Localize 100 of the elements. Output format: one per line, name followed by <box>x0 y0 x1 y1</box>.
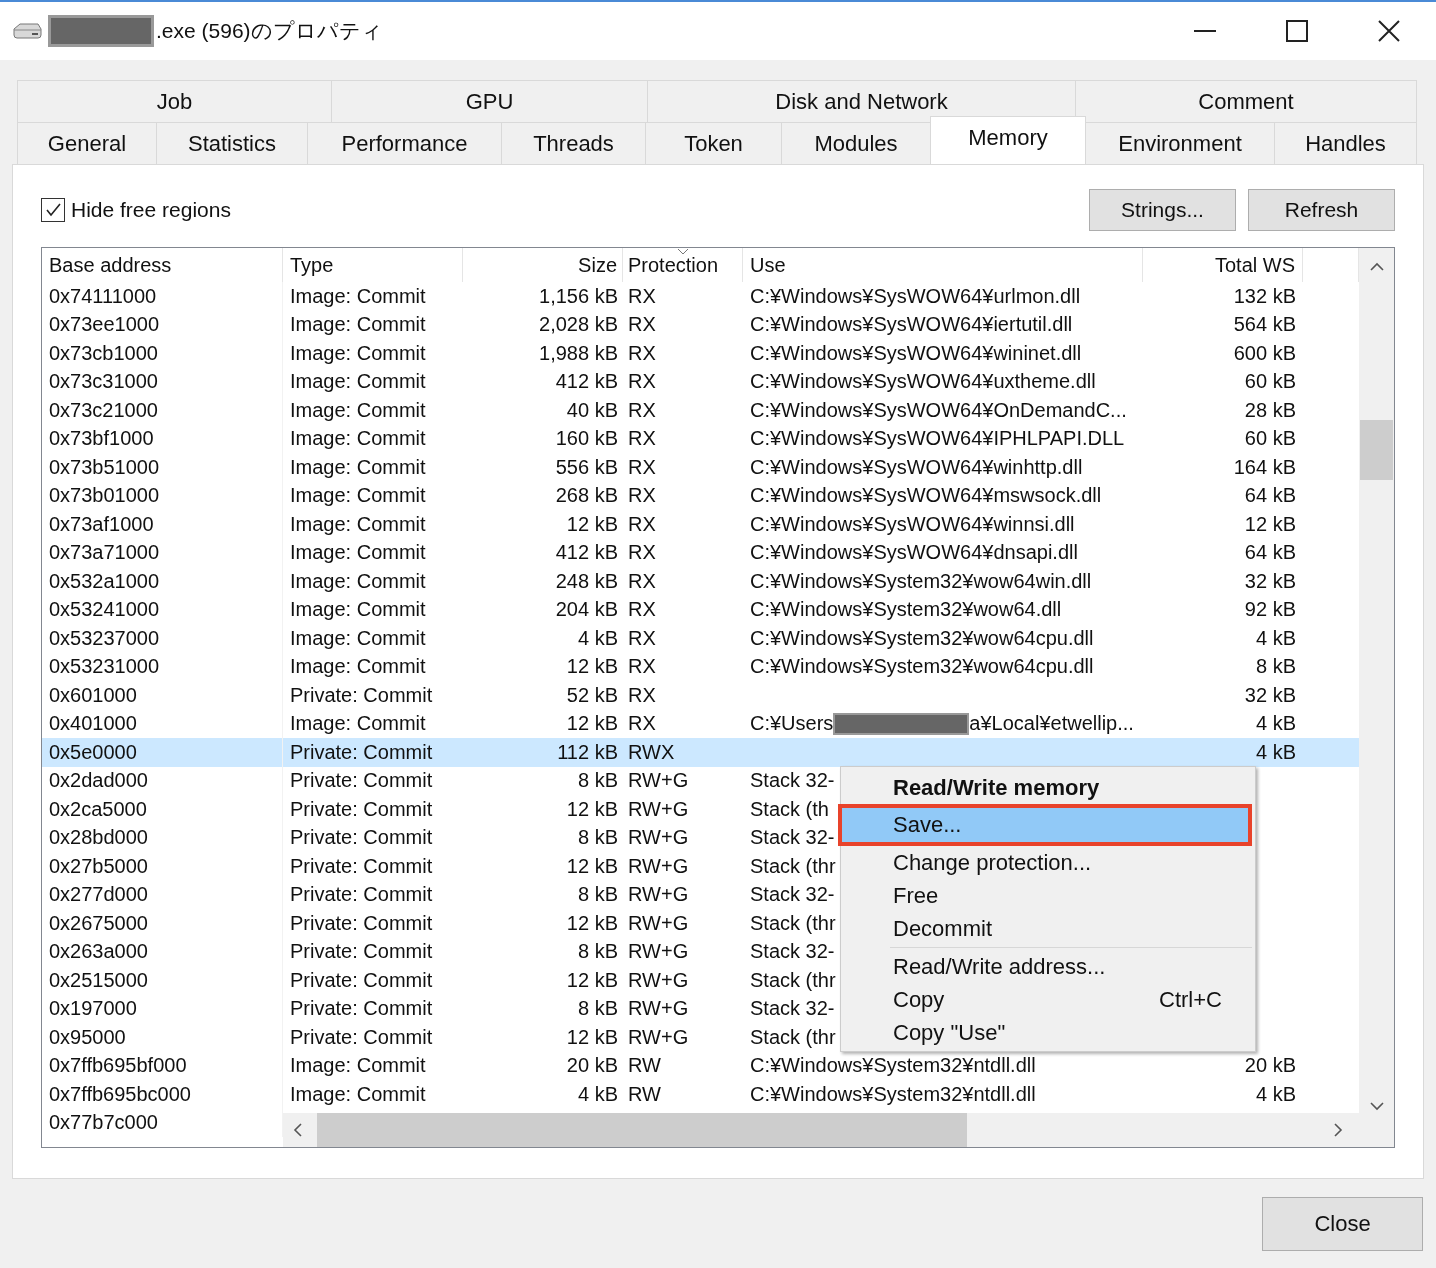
close-button[interactable]: Close <box>1262 1197 1423 1251</box>
table-cell: RW+G <box>628 854 689 877</box>
tab[interactable]: General <box>17 122 157 164</box>
table-cell: 60 kB <box>1244 427 1296 450</box>
table-cell: RW+G <box>628 826 689 849</box>
column-header[interactable]: Use <box>743 248 1143 282</box>
table-cell: 8 kB <box>577 769 618 792</box>
table-cell: 0x263a000 <box>42 937 283 966</box>
table-cell: 0x197000 <box>42 994 283 1023</box>
table-cell: 8 kB <box>1255 655 1296 678</box>
table-cell: Image: Commit <box>290 626 426 649</box>
table-cell: 4 kB <box>1255 712 1296 735</box>
menu-item[interactable]: Decommit <box>844 912 1252 945</box>
table-cell: 12 kB <box>566 655 618 678</box>
table-cell: RX <box>628 626 656 649</box>
tab[interactable]: Job <box>17 80 332 122</box>
table-cell: 248 kB <box>555 569 618 592</box>
column-header[interactable]: Type <box>283 248 463 282</box>
table-cell: 112 kB <box>557 740 618 763</box>
table-cell: Image: Commit <box>290 341 426 364</box>
table-cell: 0x7ffb695bf000 <box>42 1051 283 1080</box>
vertical-scrollbar[interactable] <box>1359 248 1394 1147</box>
column-header[interactable]: Protection <box>623 248 743 282</box>
table-cell: C:¥Windows¥SysWOW64¥uxtheme.dll <box>750 370 1096 394</box>
table-cell: 0x73cb1000 <box>42 339 283 368</box>
table-cell: Stack 32- <box>750 769 835 793</box>
table-cell: Private: Commit <box>290 797 433 820</box>
table-cell: Private: Commit <box>290 826 433 849</box>
table-cell: 556 kB <box>555 455 618 478</box>
table-cell: 0x2dad000 <box>42 766 283 795</box>
menu-item[interactable]: Read/Write address... <box>844 950 1252 983</box>
table-cell: 0x73ee1000 <box>42 310 283 339</box>
menu-item[interactable]: Save... <box>838 804 1252 846</box>
table-cell: 0x532a1000 <box>42 567 283 596</box>
scroll-right-icon[interactable] <box>1333 1123 1343 1137</box>
tab[interactable]: Memory <box>930 116 1086 164</box>
table-cell: 4 kB <box>577 626 618 649</box>
table-cell: 0x2515000 <box>42 966 283 995</box>
table-cell: C:¥Windows¥SysWOW64¥OnDemandC... <box>750 398 1127 422</box>
table-cell: RW+G <box>628 883 689 906</box>
table-cell: C:¥Windows¥SysWOW64¥urlmon.dll <box>750 284 1081 308</box>
table-cell: Private: Commit <box>290 911 433 934</box>
table-cell: 0x28bd000 <box>42 823 283 852</box>
table-cell: 0x27b5000 <box>42 852 283 881</box>
column-header[interactable]: Size <box>463 248 623 282</box>
table-cell: 1,156 kB <box>539 284 618 307</box>
table-cell: Stack (thr <box>750 968 836 992</box>
toolbar-button[interactable]: Refresh <box>1248 189 1395 231</box>
table-cell: C:¥Windows¥System32¥wow64cpu.dll <box>750 626 1094 650</box>
scroll-down-icon[interactable] <box>1369 1101 1384 1111</box>
scrollbar-thumb[interactable] <box>317 1113 967 1147</box>
table-cell: 40 kB <box>566 398 618 421</box>
scroll-left-icon[interactable] <box>293 1123 303 1137</box>
table-cell: 52 kB <box>566 683 618 706</box>
table-cell: 160 kB <box>555 427 618 450</box>
menu-item[interactable]: Copy Ctrl+C <box>844 983 1252 1016</box>
table-cell: 0x73bf1000 <box>42 424 283 453</box>
tab[interactable]: Comment <box>1075 80 1417 122</box>
table-cell: Image: Commit <box>290 370 426 393</box>
close-icon[interactable] <box>1378 20 1400 42</box>
table-cell: 0x73c31000 <box>42 367 283 396</box>
table-cell: 12 kB <box>566 1025 618 1048</box>
table-cell: RX <box>628 398 656 421</box>
menu-item[interactable]: Copy "Use" <box>844 1016 1252 1049</box>
table-cell: 12 kB <box>566 911 618 934</box>
menu-item[interactable]: Change protection... <box>844 846 1252 879</box>
column-header[interactable]: Total WS <box>1143 248 1303 282</box>
tab[interactable]: Handles <box>1274 122 1417 164</box>
table-cell: C:¥Windows¥SysWOW64¥winnsi.dll <box>750 512 1075 536</box>
table-cell: 204 kB <box>555 598 618 621</box>
table-cell: 8 kB <box>577 826 618 849</box>
table-cell: Stack 32- <box>750 883 835 907</box>
sort-caret-icon <box>677 248 689 255</box>
table-cell: 0x53231000 <box>42 652 283 681</box>
table-cell: 0x277d000 <box>42 880 283 909</box>
table-cell: 12 kB <box>1244 512 1296 535</box>
horizontal-scrollbar[interactable] <box>283 1113 1359 1147</box>
table-cell: RWX <box>628 740 675 763</box>
table-cell: Private: Commit <box>290 769 433 792</box>
table-cell: 28 kB <box>1244 398 1296 421</box>
table-cell: Image: Commit <box>290 284 426 307</box>
maximize-icon[interactable] <box>1286 20 1308 42</box>
table-cell: 0x2675000 <box>42 909 283 938</box>
scroll-up-icon[interactable] <box>1369 262 1384 272</box>
menu-item[interactable]: Read/Write memory <box>844 771 1252 804</box>
table-cell: RW+G <box>628 797 689 820</box>
table-cell: Image: Commit <box>290 455 426 478</box>
table-cell: RX <box>628 427 656 450</box>
menu-item[interactable]: Free <box>844 879 1252 912</box>
table-cell: 64 kB <box>1244 484 1296 507</box>
scrollbar-thumb[interactable] <box>1360 420 1393 480</box>
column-header[interactable]: Base address <box>42 248 283 282</box>
toolbar-button[interactable]: Strings... <box>1089 189 1236 231</box>
table-cell: Stack (thr <box>750 854 836 878</box>
checkbox-label: Hide free regions <box>71 198 231 222</box>
table-cell: Image: Commit <box>290 484 426 507</box>
table-cell: 4 kB <box>1255 1082 1296 1105</box>
checkbox[interactable] <box>41 198 65 222</box>
table-cell: Image: Commit <box>290 655 426 678</box>
table-cell: 12 kB <box>566 712 618 735</box>
